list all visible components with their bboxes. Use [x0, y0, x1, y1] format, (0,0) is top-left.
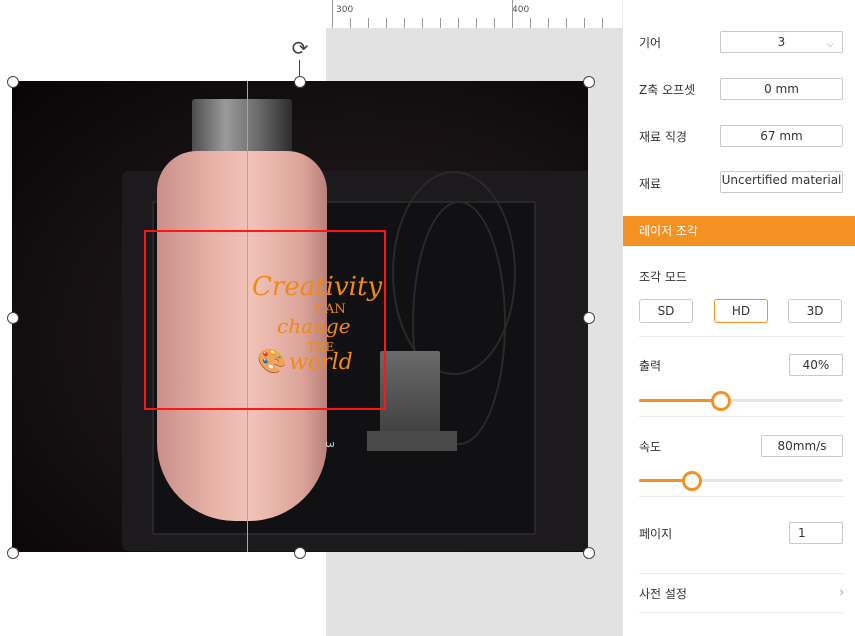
divider [639, 336, 844, 337]
scale-mark: 3 [323, 441, 336, 448]
divider [639, 496, 844, 497]
power-slider[interactable] [639, 391, 843, 411]
ruler-tick [476, 18, 477, 28]
gear-select[interactable]: 3 ⌵ [720, 31, 843, 53]
resize-handle-bottom[interactable] [294, 547, 306, 559]
resize-handle-bottom-right[interactable] [583, 547, 595, 559]
pass-label: 페이지 [639, 527, 673, 541]
ruler-tick [566, 18, 567, 28]
z-offset-input[interactable]: 0 mm [720, 78, 843, 100]
ruler-tick [368, 18, 369, 28]
resize-handle-top-right[interactable] [583, 76, 595, 88]
speed-slider-thumb[interactable] [682, 471, 703, 491]
presets-row[interactable]: 사전 설정 › [639, 585, 844, 605]
ruler-tick [404, 18, 405, 28]
material-diameter-label: 재료 직경 [639, 130, 687, 144]
divider [639, 612, 844, 613]
chevron-down-icon: ⌵ [826, 39, 834, 50]
ruler-tick [386, 18, 387, 28]
speed-input[interactable]: 80mm/s [761, 435, 843, 457]
ruler-tick [458, 18, 459, 28]
ruler-tick [494, 18, 495, 28]
rotate-icon[interactable]: ⟳ [289, 37, 311, 59]
ruler-tick [584, 18, 585, 28]
divider [639, 416, 844, 417]
ruler-tick [530, 18, 531, 28]
top-ruler: 300 400 [332, 0, 622, 28]
ruler-tick [548, 18, 549, 28]
divider [639, 573, 844, 574]
resize-handle-top[interactable] [294, 76, 306, 88]
mode-hd-button[interactable]: HD [714, 299, 768, 323]
material-select[interactable]: Uncertified material [720, 171, 843, 193]
ruler-tick [350, 18, 351, 28]
material-label: 재료 [639, 177, 662, 191]
ruler-tick [332, 0, 333, 28]
ruler-tick [602, 18, 603, 28]
resize-handle-left[interactable] [7, 312, 19, 324]
ruler-tick [512, 0, 513, 28]
power-slider-thumb[interactable] [710, 391, 731, 411]
power-label: 출력 [639, 359, 662, 373]
chevron-right-icon: › [839, 585, 844, 599]
rotate-handle-line [299, 60, 300, 76]
resize-handle-bottom-left[interactable] [7, 547, 19, 559]
engraving-design[interactable]: Creativity CAN change THE world 🎨 [247, 272, 382, 382]
laser-engraving-section[interactable]: 레이저 조각 [623, 216, 855, 246]
resize-handle-top-left[interactable] [7, 76, 19, 88]
power-input[interactable]: 40% [789, 354, 843, 376]
material-diameter-input[interactable]: 67 mm [720, 125, 843, 147]
speed-label: 속도 [639, 440, 662, 454]
canvas-area[interactable]: 300 400 3 Creativity CAN change THE worl… [0, 0, 622, 636]
ruler-label-300: 300 [336, 5, 354, 15]
z-offset-label: Z축 오프셋 [639, 83, 696, 97]
resize-handle-right[interactable] [583, 312, 595, 324]
palette-icon: 🎨 [257, 347, 287, 375]
ruler-tick [440, 18, 441, 28]
mode-3d-button[interactable]: 3D [788, 299, 842, 323]
ruler-tick [422, 18, 423, 28]
mode-sd-button[interactable]: SD [639, 299, 693, 323]
speed-slider[interactable] [639, 471, 843, 491]
settings-panel: 기어 3 ⌵ Z축 오프셋 0 mm 재료 직경 67 mm 재료 Uncert… [622, 0, 855, 636]
engrave-mode-label: 조각 모드 [639, 270, 687, 284]
gear-label: 기어 [639, 36, 662, 50]
ruler-label-400: 400 [512, 5, 530, 15]
pass-input[interactable]: 1 [789, 522, 843, 544]
